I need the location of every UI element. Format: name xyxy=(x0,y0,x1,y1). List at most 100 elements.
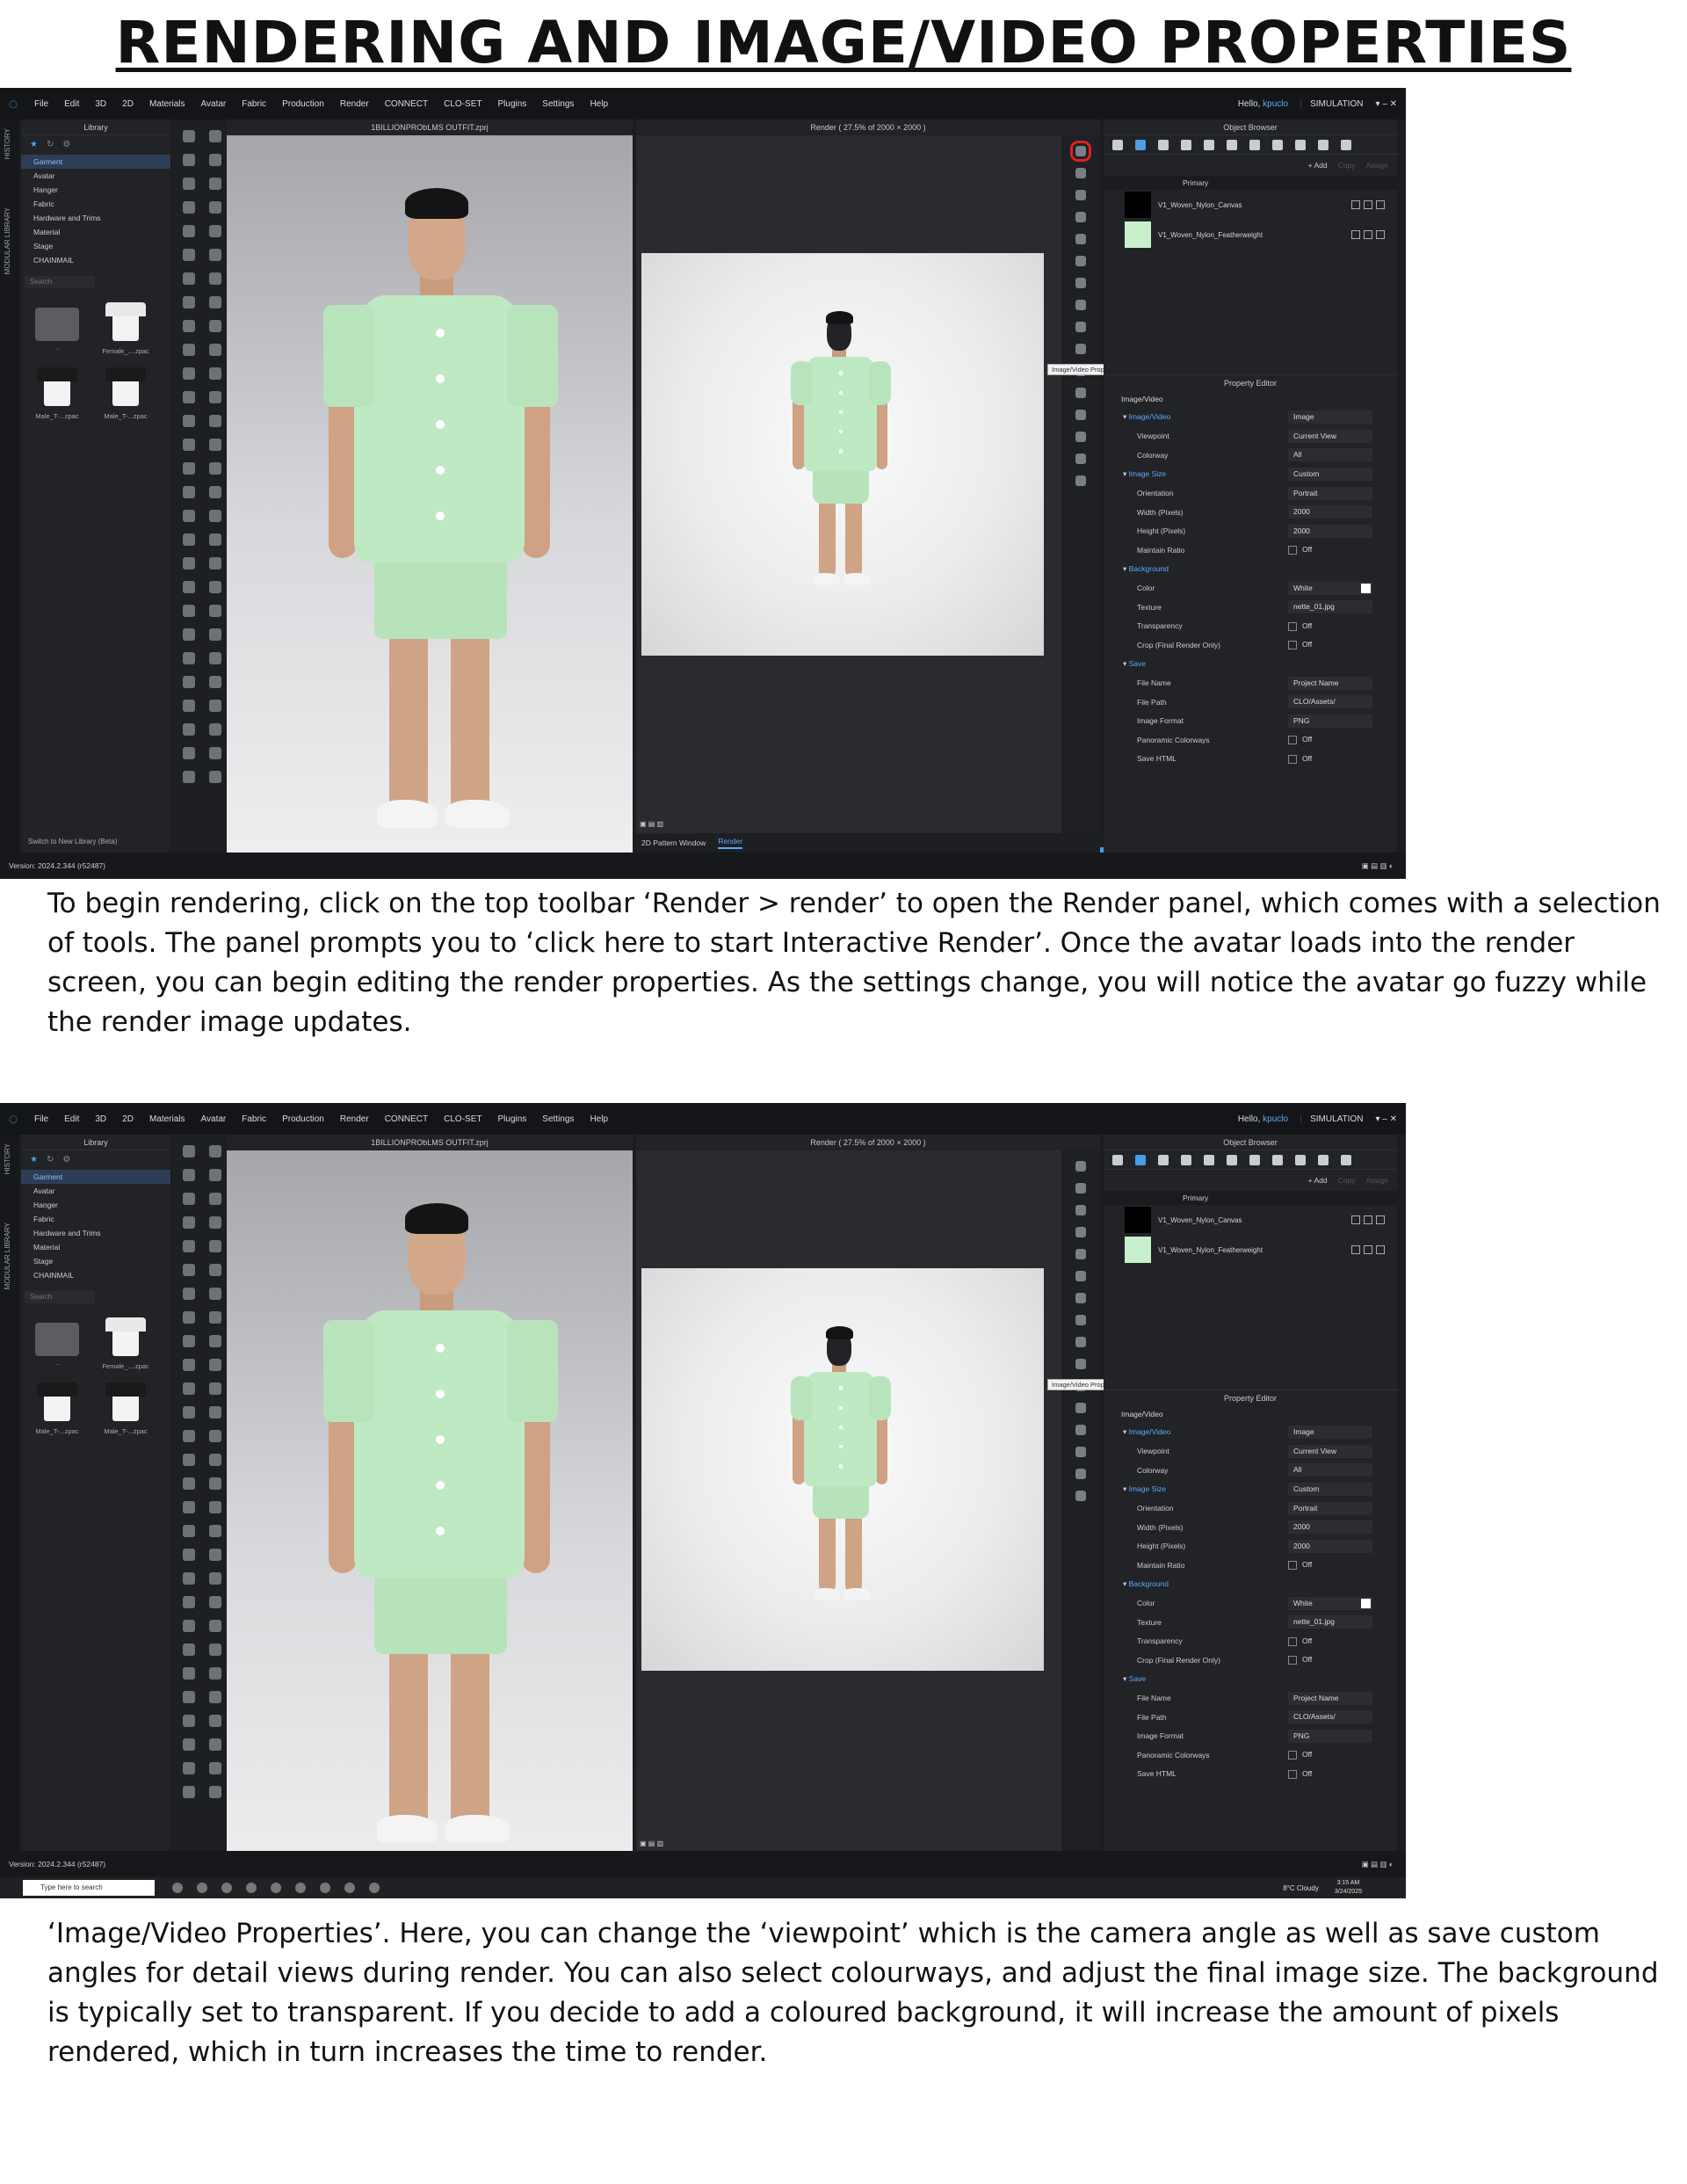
property-checkbox[interactable]: Off xyxy=(1288,1748,1372,1761)
tool-icon[interactable] xyxy=(183,581,195,593)
tool-icon[interactable] xyxy=(209,130,221,142)
property-value[interactable]: PNG xyxy=(1288,714,1372,728)
object-browser-tab-icon[interactable] xyxy=(1341,139,1351,150)
object-browser-tab-icon[interactable] xyxy=(1135,139,1146,150)
refresh-icon[interactable]: ↻ xyxy=(47,140,54,149)
tool-icon[interactable] xyxy=(183,1572,195,1585)
tool-icon[interactable] xyxy=(209,415,221,427)
tool-icon[interactable] xyxy=(183,676,195,688)
taskbar-search-input[interactable]: Type here to search xyxy=(23,1880,155,1896)
tool-icon[interactable] xyxy=(183,1311,195,1324)
tool-icon[interactable] xyxy=(209,1643,221,1656)
render-tool-icon[interactable] xyxy=(1075,212,1086,222)
menu-item-production[interactable]: Production xyxy=(274,99,332,109)
tool-icon[interactable] xyxy=(183,201,195,214)
tool-icon[interactable] xyxy=(209,391,221,403)
tool-icon[interactable] xyxy=(183,1240,195,1252)
render-tool-icon[interactable] xyxy=(1075,1249,1086,1259)
mode-selector[interactable]: SIMULATION xyxy=(1300,98,1363,109)
property-value[interactable]: Current View xyxy=(1288,429,1372,443)
tool-icon[interactable] xyxy=(209,1430,221,1442)
property-checkbox[interactable]: Off xyxy=(1288,752,1372,765)
property-value[interactable]: 2000 xyxy=(1288,1520,1372,1535)
menu-item-3d[interactable]: 3D xyxy=(87,1114,114,1124)
fabric-row[interactable]: V1_Woven_Nylon_Featherweight xyxy=(1104,220,1397,250)
tool-icon[interactable] xyxy=(209,1240,221,1252)
tool-icon[interactable] xyxy=(209,1288,221,1300)
menu-item-clo-set[interactable]: CLO-SET xyxy=(436,99,489,109)
property-label[interactable]: Image Size xyxy=(1104,469,1288,479)
favorites-star-icon[interactable]: ★ xyxy=(30,140,38,149)
tool-icon[interactable] xyxy=(183,1145,195,1157)
copy-button[interactable]: Copy xyxy=(1338,161,1356,170)
object-browser-tab-icon[interactable] xyxy=(1181,139,1191,150)
tool-icon[interactable] xyxy=(183,1738,195,1751)
menu-item-edit[interactable]: Edit xyxy=(56,1114,87,1124)
property-value[interactable]: nette_01.jpg xyxy=(1288,600,1372,614)
property-value[interactable]: Custom xyxy=(1288,468,1372,482)
viewport-canvas[interactable] xyxy=(227,1150,633,1872)
tool-icon[interactable] xyxy=(209,320,221,332)
tool-icon[interactable] xyxy=(209,1406,221,1419)
tool-icon[interactable] xyxy=(209,771,221,783)
property-value[interactable]: White xyxy=(1288,581,1372,595)
property-checkbox[interactable]: Off xyxy=(1288,733,1372,746)
fabric-action-icon[interactable] xyxy=(1351,200,1360,209)
tool-icon[interactable] xyxy=(209,1382,221,1395)
tool-icon[interactable] xyxy=(183,154,195,166)
taskbar-app-icon[interactable] xyxy=(246,1883,257,1893)
tool-icon[interactable] xyxy=(183,510,195,522)
library-item[interactable]: Male_T-...zpac xyxy=(26,364,88,420)
render-tool-icon[interactable] xyxy=(1075,1315,1086,1325)
tool-icon[interactable] xyxy=(183,462,195,475)
property-label[interactable]: Background xyxy=(1104,1579,1288,1589)
tool-icon[interactable] xyxy=(183,1264,195,1276)
fabric-row[interactable]: V1_Woven_Nylon_Featherweight xyxy=(1104,1235,1397,1265)
taskbar-app-icon[interactable] xyxy=(295,1883,306,1893)
property-value[interactable]: Project Name xyxy=(1288,676,1372,690)
render-tool-icon[interactable] xyxy=(1075,1359,1086,1369)
assign-button[interactable]: Assign xyxy=(1365,161,1388,170)
tool-icon[interactable] xyxy=(183,747,195,759)
library-tree-item[interactable]: Garment xyxy=(21,1170,170,1184)
library-tree-item[interactable]: Stage xyxy=(21,239,170,253)
tool-icon[interactable] xyxy=(183,1786,195,1798)
tool-icon[interactable] xyxy=(183,1762,195,1774)
tool-icon[interactable] xyxy=(183,1288,195,1300)
library-item[interactable]: Male_T-...zpac xyxy=(95,364,156,420)
taskbar-app-icon[interactable] xyxy=(197,1883,207,1893)
side-tab-0[interactable]: HISTORY xyxy=(4,1143,11,1174)
tool-icon[interactable] xyxy=(209,581,221,593)
tool-icon[interactable] xyxy=(183,1620,195,1632)
tool-icon[interactable] xyxy=(209,676,221,688)
tool-icon[interactable] xyxy=(183,1715,195,1727)
menu-item-render[interactable]: Render xyxy=(332,99,377,109)
tool-icon[interactable] xyxy=(209,486,221,498)
menu-item-avatar[interactable]: Avatar xyxy=(193,1114,235,1124)
property-value[interactable]: nette_01.jpg xyxy=(1288,1615,1372,1629)
property-value[interactable]: 2000 xyxy=(1288,1539,1372,1553)
fabric-action-icon[interactable] xyxy=(1351,1215,1360,1224)
render-tool-icon[interactable] xyxy=(1075,1469,1086,1479)
render-tool-icon[interactable] xyxy=(1075,278,1086,288)
object-browser-tab-icon[interactable] xyxy=(1135,1154,1146,1165)
tool-icon[interactable] xyxy=(209,1786,221,1798)
fabric-action-icon[interactable] xyxy=(1364,1245,1372,1254)
tool-icon[interactable] xyxy=(209,249,221,261)
menu-item-avatar[interactable]: Avatar xyxy=(193,99,235,109)
property-checkbox[interactable]: Off xyxy=(1288,543,1372,556)
tool-icon[interactable] xyxy=(183,1335,195,1347)
render-tool-icon[interactable] xyxy=(1075,1491,1086,1501)
property-label[interactable]: Save xyxy=(1104,659,1288,669)
tool-icon[interactable] xyxy=(209,1145,221,1157)
tool-icon[interactable] xyxy=(183,296,195,308)
object-browser-tab-icon[interactable] xyxy=(1272,1154,1283,1165)
menu-item-clo-set[interactable]: CLO-SET xyxy=(436,1114,489,1124)
tool-icon[interactable] xyxy=(209,1477,221,1490)
menu-item-plugins[interactable]: Plugins xyxy=(489,99,534,109)
tool-icon[interactable] xyxy=(209,439,221,451)
object-browser-tab-icon[interactable] xyxy=(1112,139,1123,150)
tool-icon[interactable] xyxy=(209,1169,221,1181)
tool-icon[interactable] xyxy=(183,1430,195,1442)
add-button[interactable]: + Add xyxy=(1308,1176,1328,1185)
